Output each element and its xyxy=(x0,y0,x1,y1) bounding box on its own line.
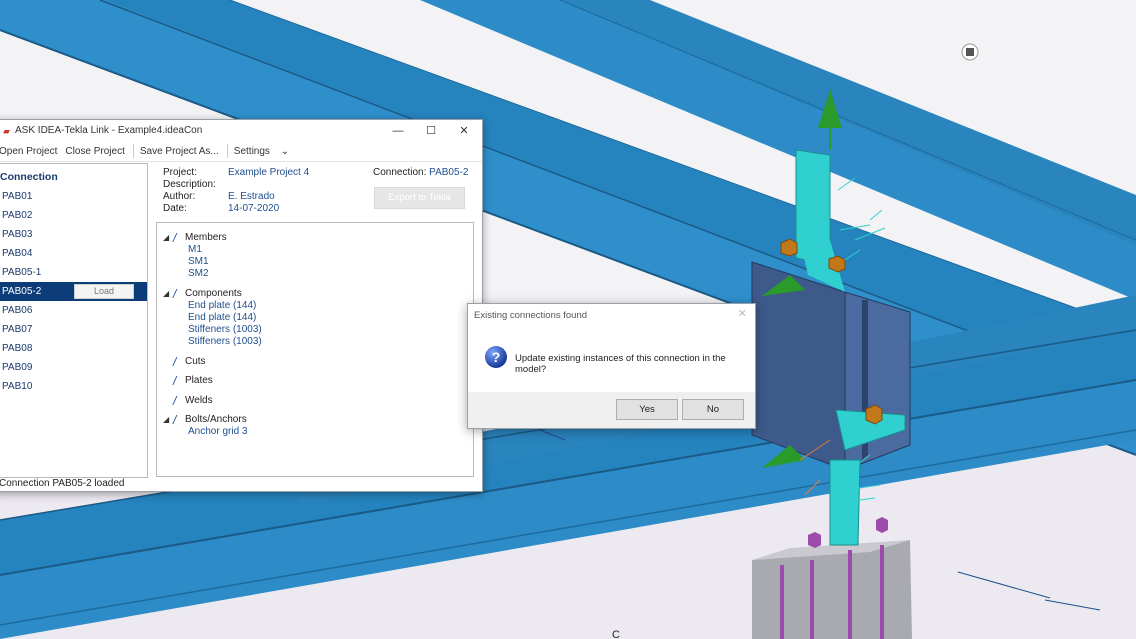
chevron-down-icon: ⌄ xyxy=(280,145,290,157)
menu-save-project-as[interactable]: Save Project As... xyxy=(140,146,219,157)
connection-list-item[interactable]: PAB10 xyxy=(0,377,147,396)
confirm-dialog: Existing connections found ✕ ? Update ex… xyxy=(467,303,756,429)
tree-node-bolts[interactable]: ◢ / Bolts/Anchors xyxy=(163,414,247,426)
author-value: E. Estrado xyxy=(228,191,275,202)
connection-list-item[interactable]: PAB03 xyxy=(0,225,147,244)
main-window: ▰ ASK IDEA-Tekla Link - Example4.ideaCon… xyxy=(0,119,483,492)
node-icon: / xyxy=(173,355,177,369)
dialog-message: Update existing instances of this connec… xyxy=(515,353,726,375)
menu-bar: Open Project Close Project Save Project … xyxy=(0,141,482,162)
node-icon: / xyxy=(173,287,177,301)
tree-node-components[interactable]: ◢ / Components xyxy=(163,288,242,300)
connection-list-item[interactable]: PAB01 xyxy=(0,187,147,206)
window-title: ASK IDEA-Tekla Link - Example4.ideaCon xyxy=(15,125,203,136)
dialog-close-button[interactable]: ✕ xyxy=(738,307,747,320)
node-icon: / xyxy=(173,231,177,245)
tree-item[interactable]: End plate (144) xyxy=(188,300,256,312)
menu-separator xyxy=(132,144,134,158)
minimize-button[interactable]: — xyxy=(381,120,415,141)
connection-value: PAB05-2 xyxy=(429,167,469,178)
tree-item[interactable]: M1 xyxy=(188,244,202,256)
maximize-button[interactable]: ☐ xyxy=(414,120,448,141)
connection-list-item[interactable]: PAB06 xyxy=(0,301,147,320)
yes-button[interactable]: Yes xyxy=(616,399,678,420)
connection-list-panel: Connection PAB01 PAB02 PAB03 PAB04 PAB05-1 PA… xyxy=(0,163,148,478)
project-info: Project: Example Project 4 Description: A… xyxy=(163,167,309,215)
node-icon: / xyxy=(173,374,177,388)
connection-list-item[interactable]: PAB05-1 xyxy=(0,263,147,282)
dialog-title: Existing connections found xyxy=(474,310,588,321)
connection-tree: ◢ / Members M1 SM1 SM2 ◢ / Components End pl… xyxy=(156,222,474,477)
tree-item[interactable]: SM1 xyxy=(188,256,209,268)
project-value: Example Project 4 xyxy=(228,167,310,178)
expand-icon[interactable]: ◢ xyxy=(163,414,173,426)
load-button[interactable]: Load xyxy=(74,284,134,299)
close-button[interactable]: ✕ xyxy=(447,120,481,141)
tree-node-plates[interactable]: / Plates xyxy=(163,375,213,387)
author-label: Author: xyxy=(163,191,196,202)
export-to-tekla-button[interactable]: Export to Tekla xyxy=(374,187,465,209)
connection-label: Connection: xyxy=(373,167,427,178)
tree-node-cuts[interactable]: / Cuts xyxy=(163,356,206,368)
connection-list-item[interactable]: PAB09 xyxy=(0,358,147,377)
question-icon: ? xyxy=(485,346,507,368)
expand-icon[interactable]: ◢ xyxy=(163,288,173,300)
dialog-footer: Yes No xyxy=(468,392,755,428)
tree-item[interactable]: Stiffeners (1003) xyxy=(188,336,262,348)
menu-settings[interactable]: Settings ⌄ xyxy=(234,146,297,157)
connection-list-item[interactable]: PAB04 xyxy=(0,244,147,263)
connection-list-item[interactable]: PAB02 xyxy=(0,206,147,225)
connection-list-item[interactable]: PAB05-2 Load xyxy=(0,282,147,301)
menu-separator xyxy=(226,144,228,158)
date-value: 14-07-2020 xyxy=(228,203,280,214)
tree-node-members[interactable]: ◢ / Members xyxy=(163,232,227,244)
tree-item[interactable]: End plate (144) xyxy=(188,312,256,324)
tree-node-welds[interactable]: / Welds xyxy=(163,395,213,407)
connection-list-item[interactable]: PAB07 xyxy=(0,320,147,339)
description-label: Description: xyxy=(163,179,216,190)
title-bar: ▰ ASK IDEA-Tekla Link - Example4.ideaCon… xyxy=(0,120,482,141)
grid-axis-label: C xyxy=(612,629,620,639)
connection-list-header: Connection xyxy=(0,171,58,183)
no-button[interactable]: No xyxy=(682,399,744,420)
status-bar-text: Connection PAB05-2 loaded xyxy=(0,478,125,489)
connection-list-item[interactable]: PAB08 xyxy=(0,339,147,358)
project-label: Project: xyxy=(163,167,197,178)
node-icon: / xyxy=(173,413,177,427)
concrete-pedestal xyxy=(752,540,912,639)
connection-info: Connection: PAB05-2 xyxy=(373,167,468,178)
menu-open-project[interactable]: Open Project xyxy=(0,146,57,157)
tree-item[interactable]: Anchor grid 3 xyxy=(188,426,247,438)
menu-close-project[interactable]: Close Project xyxy=(65,146,124,157)
expand-icon[interactable]: ◢ xyxy=(163,232,173,244)
tree-item[interactable]: Stiffeners (1003) xyxy=(188,324,262,336)
date-label: Date: xyxy=(163,203,187,214)
app-logo-icon: ▰ xyxy=(3,125,10,136)
node-icon: / xyxy=(173,394,177,408)
view-cube-icon[interactable] xyxy=(961,43,979,61)
tree-item[interactable]: SM2 xyxy=(188,268,209,280)
